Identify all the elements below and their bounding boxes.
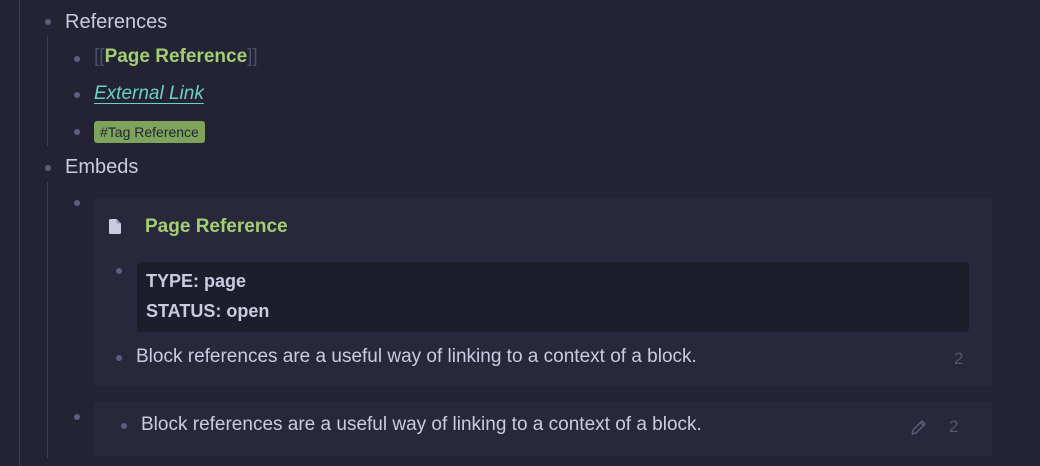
block-embed-bullet[interactable] — [74, 414, 80, 420]
external-link[interactable]: External Link — [94, 83, 204, 105]
references-bullet[interactable] — [45, 19, 51, 25]
status-property[interactable]: STATUS: open — [146, 301, 269, 322]
embed-block-bullet[interactable] — [116, 355, 122, 361]
external-link-bullet[interactable] — [74, 92, 80, 98]
outer-guide-line — [19, 0, 20, 466]
references-guide-line — [47, 36, 48, 146]
attributes-bullet[interactable] — [116, 268, 122, 274]
page-embed-bullet[interactable] — [74, 200, 80, 206]
block-ref-count[interactable]: 2 — [954, 349, 963, 369]
page-reference-link[interactable]: Page Reference — [105, 46, 248, 67]
embeds-heading[interactable]: Embeds — [65, 156, 138, 179]
pencil-icon[interactable] — [910, 419, 927, 441]
page-embed-title[interactable]: Page Reference — [145, 216, 288, 238]
embeds-guide-line — [47, 182, 48, 458]
block-embed-ref-count[interactable]: 2 — [949, 417, 958, 437]
page-ref-bullet[interactable] — [74, 56, 80, 62]
type-property[interactable]: TYPE: page — [146, 271, 246, 292]
references-heading[interactable]: References — [65, 11, 167, 34]
tag-reference[interactable]: #Tag Reference — [94, 121, 205, 143]
page-properties: TYPE: page STATUS: open — [137, 262, 969, 332]
open-bracket: [[ — [94, 46, 105, 67]
block-embed-text[interactable]: Block references are a useful way of lin… — [141, 414, 702, 436]
tag-bullet[interactable] — [74, 129, 80, 135]
document-icon — [109, 219, 121, 239]
page-reference-item: [[Page Reference]] — [94, 46, 258, 68]
block-embed-inner-bullet[interactable] — [121, 423, 127, 429]
close-bracket: ]] — [247, 46, 258, 67]
embed-block-text[interactable]: Block references are a useful way of lin… — [136, 346, 697, 368]
embeds-bullet[interactable] — [45, 165, 51, 171]
